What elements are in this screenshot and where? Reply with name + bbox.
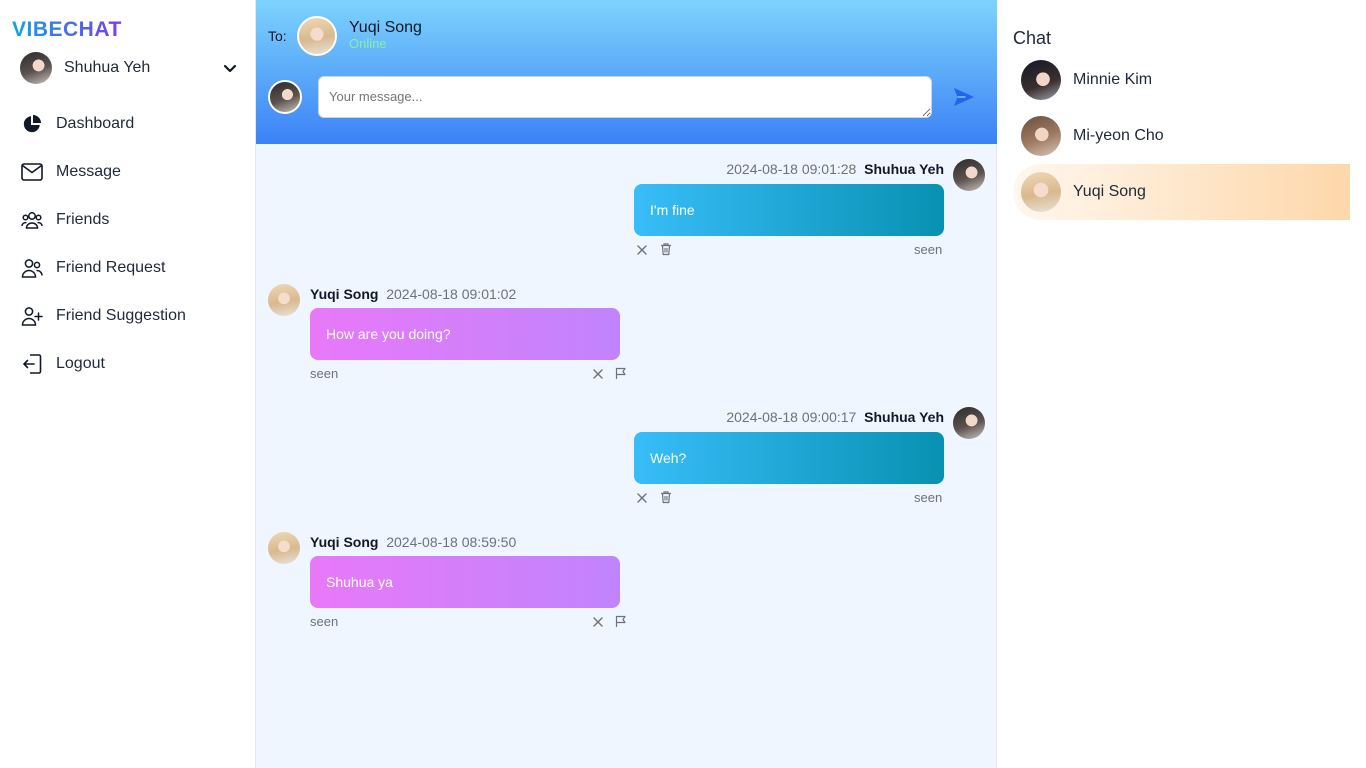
chat-panel: To: Yuqi Song Online 2024-08-18 09:01:28… (256, 0, 997, 768)
contact-name: Minnie Kim (1073, 71, 1153, 88)
message-status: seen (914, 490, 943, 505)
nav-label-friend-request: Friend Request (56, 259, 166, 276)
nav-label-dashboard: Dashboard (56, 115, 135, 132)
to-label: To: (268, 28, 287, 44)
chat-header: To: Yuqi Song Online (256, 0, 997, 144)
message-avatar (953, 407, 985, 439)
send-icon[interactable] (952, 85, 976, 109)
message-avatar (268, 532, 300, 564)
sidebar-nav: Dashboard Message Friends Friend Request… (0, 100, 255, 388)
chat-contact-mi-yeon-cho[interactable]: Mi-yeon Cho (1013, 108, 1350, 164)
nav-label-friend-suggestion: Friend Suggestion (56, 307, 186, 324)
message-bubble: I'm fine (634, 184, 944, 236)
message-sender: Shuhua Yeh (864, 161, 944, 177)
composer-avatar (268, 80, 302, 114)
message-sender: Shuhua Yeh (864, 409, 944, 425)
chat-contact-yuqi-song[interactable]: Yuqi Song (1013, 164, 1350, 220)
trash-icon[interactable] (659, 242, 673, 256)
message-time: 2024-08-18 09:01:28 (726, 161, 857, 177)
chat-contact-minnie-kim[interactable]: Minnie Kim (1013, 52, 1350, 108)
trash-icon[interactable] (659, 490, 673, 504)
message-bubble: Shuhua ya (310, 556, 620, 608)
recipient-avatar[interactable] (297, 16, 337, 56)
recipient-status: Online (349, 36, 387, 51)
flag-icon[interactable] (614, 614, 628, 628)
contact-name: Mi-yeon Cho (1073, 127, 1164, 144)
nav-label-friends: Friends (56, 211, 110, 228)
nav-item-dashboard[interactable]: Dashboard (0, 100, 255, 148)
contact-avatar (1021, 116, 1061, 156)
close-icon[interactable] (591, 615, 605, 629)
close-icon[interactable] (635, 243, 649, 257)
nav-label-message: Message (56, 163, 121, 180)
nav-label-logout: Logout (56, 355, 105, 372)
nav-item-logout[interactable]: Logout (0, 340, 255, 388)
envelope-icon (20, 160, 44, 184)
sidebar: VIBECHAT Shuhua Yeh Dashboard Message Fr… (0, 0, 256, 768)
user-avatar (20, 52, 52, 84)
chevron-down-icon (223, 64, 237, 73)
nav-item-friends[interactable]: Friends (0, 196, 255, 244)
message-status: seen (310, 614, 339, 629)
message-sender: Yuqi Song (310, 286, 379, 302)
close-icon[interactable] (635, 491, 649, 505)
user-request-icon (20, 256, 44, 280)
message-meta: Yuqi Song 2024-08-18 08:59:50 (310, 534, 516, 550)
message-text: I'm fine (650, 202, 695, 218)
contact-name: Yuqi Song (1073, 183, 1146, 200)
users-icon (20, 208, 44, 232)
user-name: Shuhua Yeh (64, 59, 151, 76)
message-status: seen (914, 242, 943, 257)
message-meta: Yuqi Song 2024-08-18 09:01:02 (310, 286, 516, 302)
message-bubble: How are you doing? (310, 308, 620, 360)
message-input[interactable] (318, 76, 932, 118)
message-meta: 2024-08-18 09:01:28 Shuhua Yeh (726, 161, 944, 177)
user-profile-dropdown[interactable]: Shuhua Yeh (20, 52, 242, 84)
nav-item-friend-suggestion[interactable]: Friend Suggestion (0, 292, 255, 340)
contact-avatar (1021, 172, 1061, 212)
pie-chart-icon (20, 112, 44, 136)
user-plus-icon (20, 304, 44, 328)
message-time: 2024-08-18 09:00:17 (726, 409, 857, 425)
nav-item-message[interactable]: Message (0, 148, 255, 196)
message-bubble: Weh? (634, 432, 944, 484)
flag-icon[interactable] (614, 366, 628, 380)
chat-list-panel: Chat Minnie Kim Mi-yeon Cho Yuqi Song (997, 0, 1366, 768)
message-text: How are you doing? (326, 326, 451, 342)
close-icon[interactable] (591, 367, 605, 381)
logout-icon (20, 352, 44, 376)
contact-avatar (1021, 60, 1061, 100)
message-text: Weh? (650, 450, 687, 466)
recipient-name: Yuqi Song (349, 19, 422, 36)
message-status: seen (310, 366, 339, 381)
message-meta: 2024-08-18 09:00:17 Shuhua Yeh (726, 409, 944, 425)
message-time: 2024-08-18 08:59:50 (386, 534, 517, 550)
app-logo[interactable]: VIBECHAT (12, 18, 122, 42)
message-sender: Yuqi Song (310, 534, 379, 550)
chat-list-title: Chat (1013, 28, 1052, 48)
message-text: Shuhua ya (326, 574, 393, 590)
nav-item-friend-request[interactable]: Friend Request (0, 244, 255, 292)
message-avatar (953, 159, 985, 191)
message-avatar (268, 284, 300, 316)
message-time: 2024-08-18 09:01:02 (386, 286, 517, 302)
